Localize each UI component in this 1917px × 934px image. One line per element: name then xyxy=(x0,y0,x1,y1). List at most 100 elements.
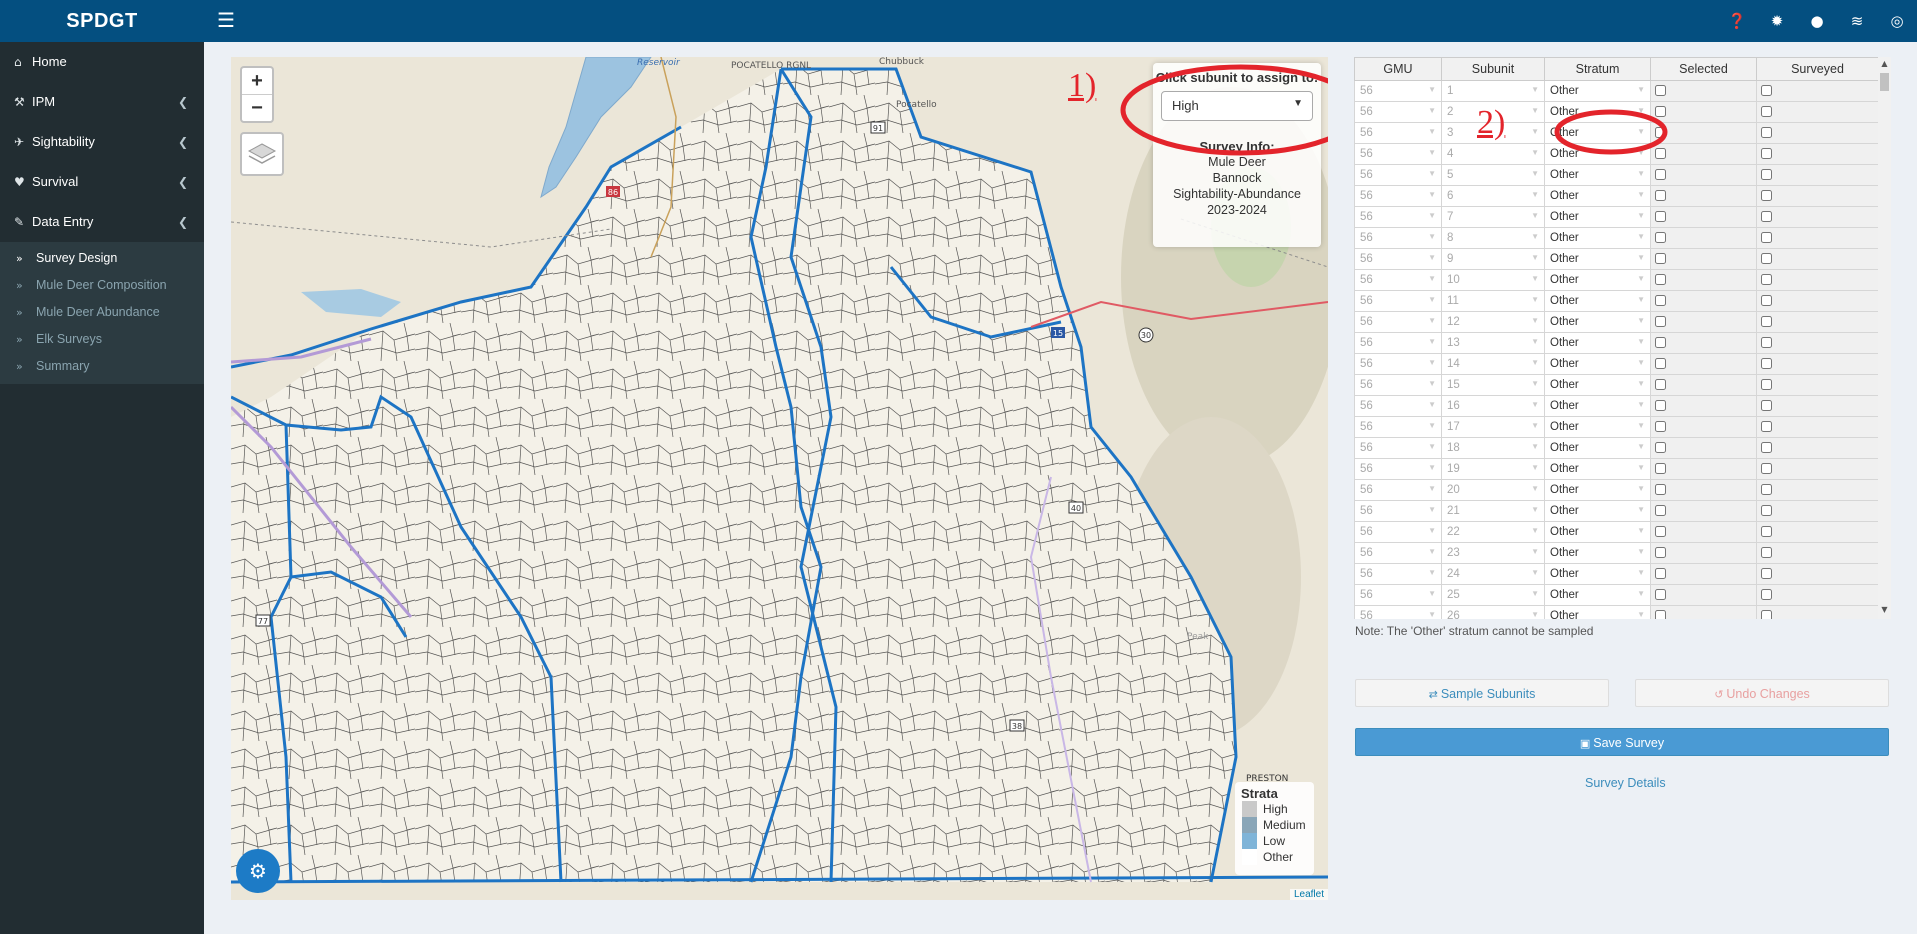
subunit-cell[interactable]: 22 ▼ xyxy=(1441,521,1545,543)
gmu-cell[interactable]: 56 ▼ xyxy=(1354,416,1442,438)
selected-checkbox[interactable] xyxy=(1655,463,1666,475)
stratum-cell[interactable]: Other ▼ xyxy=(1544,206,1651,228)
subunit-cell[interactable]: 16 ▼ xyxy=(1441,395,1545,417)
surveyed-checkbox[interactable] xyxy=(1761,547,1772,559)
selected-checkbox[interactable] xyxy=(1655,358,1666,370)
selected-checkbox[interactable] xyxy=(1655,589,1666,601)
scrollbar-thumb[interactable] xyxy=(1880,73,1889,91)
surveyed-checkbox[interactable] xyxy=(1761,610,1772,619)
surveyed-checkbox[interactable] xyxy=(1761,463,1772,475)
stratum-cell[interactable]: Other ▼ xyxy=(1544,248,1651,270)
surveyed-checkbox[interactable] xyxy=(1761,232,1772,244)
subunit-cell[interactable]: 5 ▼ xyxy=(1441,164,1545,186)
stratum-cell[interactable]: Other ▼ xyxy=(1544,311,1651,333)
lightbulb-icon[interactable]: ● xyxy=(1805,9,1829,33)
selected-checkbox[interactable] xyxy=(1655,442,1666,454)
surveyed-checkbox[interactable] xyxy=(1761,190,1772,202)
gmu-cell[interactable]: 56 ▼ xyxy=(1354,584,1442,606)
subunit-cell[interactable]: 21 ▼ xyxy=(1441,500,1545,522)
stratum-cell[interactable]: Other ▼ xyxy=(1544,584,1651,606)
gmu-cell[interactable]: 56 ▼ xyxy=(1354,437,1442,459)
selected-checkbox[interactable] xyxy=(1655,169,1666,181)
gmu-cell[interactable]: 56 ▼ xyxy=(1354,395,1442,417)
subunit-cell[interactable]: 8 ▼ xyxy=(1441,227,1545,249)
sample-subunits-button[interactable]: ⇄ Sample Subunits xyxy=(1355,679,1609,707)
surveyed-checkbox[interactable] xyxy=(1761,85,1772,97)
selected-checkbox[interactable] xyxy=(1655,85,1666,97)
leaflet-attribution-link[interactable]: Leaflet xyxy=(1289,889,1328,900)
stratum-cell[interactable]: Other ▼ xyxy=(1544,374,1651,396)
stratum-cell[interactable]: Other ▼ xyxy=(1544,227,1651,249)
surveyed-checkbox[interactable] xyxy=(1761,253,1772,265)
stratum-cell[interactable]: Other ▼ xyxy=(1544,164,1651,186)
zoom-in-button[interactable]: + xyxy=(242,68,272,94)
table-row[interactable]: 56 ▼ 9 ▼ Other ▼ xyxy=(1354,248,1879,270)
sidebar-item-summary[interactable]: » Summary xyxy=(0,353,204,380)
app-brand[interactable]: SPDGT xyxy=(0,0,204,42)
table-row[interactable]: 56 ▼ 21 ▼ Other ▼ xyxy=(1354,500,1879,522)
column-header-selected[interactable]: Selected xyxy=(1650,57,1757,81)
table-row[interactable]: 56 ▼ 22 ▼ Other ▼ xyxy=(1354,521,1879,543)
subunit-cell[interactable]: 26 ▼ xyxy=(1441,605,1545,619)
table-row[interactable]: 56 ▼ 20 ▼ Other ▼ xyxy=(1354,479,1879,501)
table-row[interactable]: 56 ▼ 17 ▼ Other ▼ xyxy=(1354,416,1879,438)
gmu-cell[interactable]: 56 ▼ xyxy=(1354,290,1442,312)
sidebar-item-sightability[interactable]: ✈ Sightability ❮ xyxy=(0,122,204,162)
subunit-cell[interactable]: 15 ▼ xyxy=(1441,374,1545,396)
selected-checkbox[interactable] xyxy=(1655,568,1666,580)
column-header-surveyed[interactable]: Surveyed xyxy=(1756,57,1879,81)
table-row[interactable]: 56 ▼ 7 ▼ Other ▼ xyxy=(1354,206,1879,228)
gmu-cell[interactable]: 56 ▼ xyxy=(1354,122,1442,144)
surveyed-checkbox[interactable] xyxy=(1761,295,1772,307)
table-row[interactable]: 56 ▼ 24 ▼ Other ▼ xyxy=(1354,563,1879,585)
bug-icon[interactable]: ✹ xyxy=(1765,9,1789,33)
table-row[interactable]: 56 ▼ 14 ▼ Other ▼ xyxy=(1354,353,1879,375)
selected-checkbox[interactable] xyxy=(1655,379,1666,391)
gmu-cell[interactable]: 56 ▼ xyxy=(1354,206,1442,228)
sidebar-item-mule-deer-composition[interactable]: » Mule Deer Composition xyxy=(0,272,204,299)
stratum-cell[interactable]: Other ▼ xyxy=(1544,521,1651,543)
gmu-cell[interactable]: 56 ▼ xyxy=(1354,101,1442,123)
stratum-cell[interactable]: Other ▼ xyxy=(1544,395,1651,417)
stratum-cell[interactable]: Other ▼ xyxy=(1544,290,1651,312)
subunit-cell[interactable]: 20 ▼ xyxy=(1441,479,1545,501)
subunit-cell[interactable]: 4 ▼ xyxy=(1441,143,1545,165)
gmu-cell[interactable]: 56 ▼ xyxy=(1354,374,1442,396)
surveyed-checkbox[interactable] xyxy=(1761,568,1772,580)
table-row[interactable]: 56 ▼ 25 ▼ Other ▼ xyxy=(1354,584,1879,606)
survey-map[interactable]: 86 15 30 91 40 38 77 Reservoir POCATELLO… xyxy=(231,57,1328,900)
stratum-cell[interactable]: Other ▼ xyxy=(1544,605,1651,619)
selected-checkbox[interactable] xyxy=(1655,400,1666,412)
selected-checkbox[interactable] xyxy=(1655,232,1666,244)
stratum-cell[interactable]: Other ▼ xyxy=(1544,542,1651,564)
surveyed-checkbox[interactable] xyxy=(1761,442,1772,454)
gmu-cell[interactable]: 56 ▼ xyxy=(1354,80,1442,102)
subunit-cell[interactable]: 6 ▼ xyxy=(1441,185,1545,207)
gmu-cell[interactable]: 56 ▼ xyxy=(1354,353,1442,375)
gmu-cell[interactable]: 56 ▼ xyxy=(1354,143,1442,165)
stratum-cell[interactable]: Other ▼ xyxy=(1544,437,1651,459)
rss-icon[interactable]: ≋ xyxy=(1845,9,1869,33)
scroll-down-arrow-icon[interactable]: ▼ xyxy=(1878,605,1891,617)
layers-control-button[interactable] xyxy=(240,132,284,176)
gmu-cell[interactable]: 56 ▼ xyxy=(1354,311,1442,333)
subunit-cell[interactable]: 12 ▼ xyxy=(1441,311,1545,333)
table-row[interactable]: 56 ▼ 16 ▼ Other ▼ xyxy=(1354,395,1879,417)
zoom-out-button[interactable]: − xyxy=(242,94,272,121)
subunit-cell[interactable]: 17 ▼ xyxy=(1441,416,1545,438)
subunit-cell[interactable]: 18 ▼ xyxy=(1441,437,1545,459)
subunit-cell[interactable]: 14 ▼ xyxy=(1441,353,1545,375)
sidebar-item-ipm[interactable]: ⚒ IPM ❮ xyxy=(0,82,204,122)
selected-checkbox[interactable] xyxy=(1655,274,1666,286)
table-scrollbar[interactable]: ▲ ▼ xyxy=(1878,57,1891,619)
subunit-cell[interactable]: 1 ▼ xyxy=(1441,80,1545,102)
stratum-cell[interactable]: Other ▼ xyxy=(1544,479,1651,501)
scroll-up-arrow-icon[interactable]: ▲ xyxy=(1878,59,1891,71)
selected-checkbox[interactable] xyxy=(1655,526,1666,538)
surveyed-checkbox[interactable] xyxy=(1761,589,1772,601)
selected-checkbox[interactable] xyxy=(1655,253,1666,265)
gmu-cell[interactable]: 56 ▼ xyxy=(1354,458,1442,480)
selected-checkbox[interactable] xyxy=(1655,484,1666,496)
subunit-cell[interactable]: 9 ▼ xyxy=(1441,248,1545,270)
sidebar-toggle-icon[interactable]: ☰ xyxy=(214,9,238,33)
